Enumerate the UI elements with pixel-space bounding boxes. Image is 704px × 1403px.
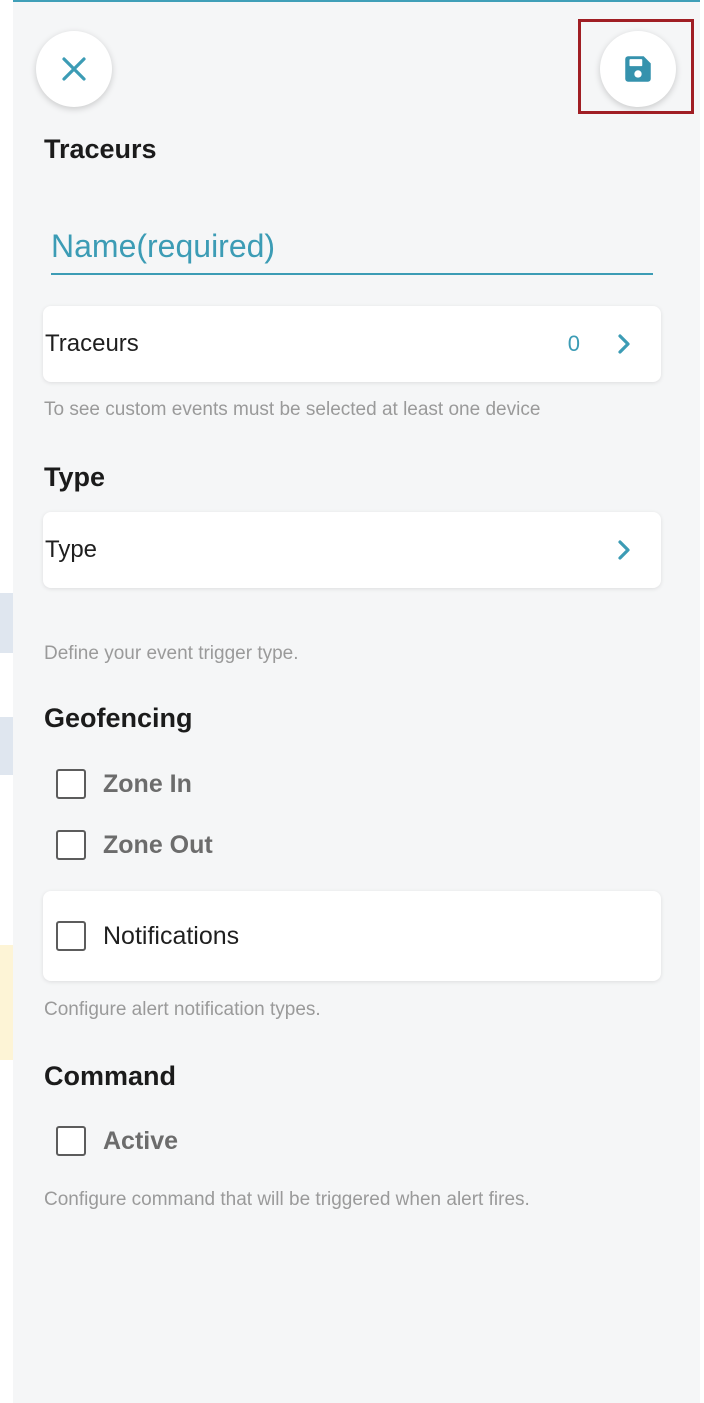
- zone-out-checkbox[interactable]: Zone Out: [56, 830, 213, 860]
- section-heading-command: Command: [44, 1061, 177, 1091]
- command-hint: Configure command that will be triggered…: [44, 1189, 530, 1210]
- checkbox-box[interactable]: [56, 830, 86, 860]
- type-selector[interactable]: Type: [43, 512, 661, 588]
- zone-in-label: Zone In: [103, 769, 192, 798]
- section-heading-type: Type: [44, 462, 106, 492]
- checkbox-box[interactable]: [56, 1126, 86, 1156]
- close-button[interactable]: [36, 31, 112, 107]
- name-input[interactable]: [51, 219, 653, 275]
- close-icon: [62, 57, 86, 81]
- trackers-selector[interactable]: Traceurs 0: [43, 306, 661, 382]
- chevron-right-icon: [618, 540, 630, 560]
- background-decoration: [0, 717, 13, 775]
- zone-in-checkbox[interactable]: Zone In: [56, 769, 192, 799]
- type-label: Type: [45, 536, 98, 563]
- chevron-right-icon: [618, 334, 630, 354]
- background-decoration: [0, 945, 13, 1060]
- notifications-checkbox[interactable]: [56, 921, 86, 951]
- background-decoration: [0, 593, 13, 653]
- section-heading-trackers: Traceurs: [44, 134, 157, 164]
- notifications-card[interactable]: Notifications: [43, 891, 661, 981]
- checkbox-box[interactable]: [56, 769, 86, 799]
- command-active-checkbox[interactable]: Active: [56, 1126, 178, 1156]
- zone-out-label: Zone Out: [103, 830, 213, 859]
- section-heading-geofencing: Geofencing: [44, 703, 193, 733]
- trackers-count: 0: [567, 331, 580, 356]
- notifications-label: Notifications: [103, 921, 240, 950]
- type-hint: Define your event trigger type.: [44, 643, 299, 664]
- trackers-hint: To see custom events must be selected at…: [44, 399, 541, 420]
- active-label: Active: [103, 1126, 179, 1155]
- save-button-highlight: [578, 19, 694, 114]
- trackers-label: Traceurs: [45, 330, 139, 357]
- notifications-hint: Configure alert notification types.: [44, 999, 321, 1020]
